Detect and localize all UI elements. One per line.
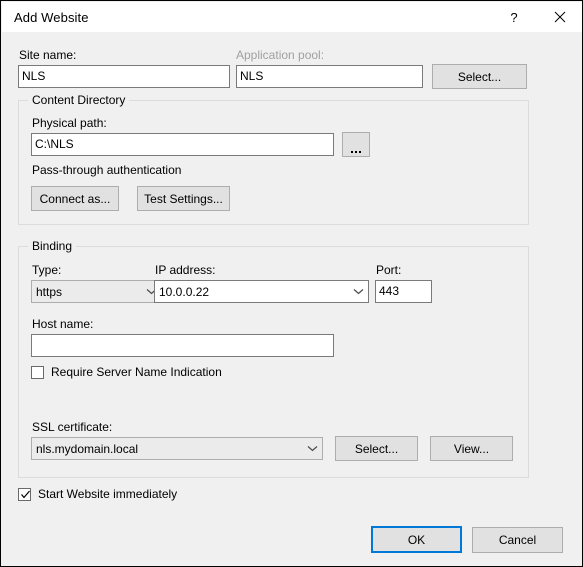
help-icon[interactable]: ? bbox=[491, 2, 537, 32]
ssl-certificate-value: nls.mydomain.local bbox=[36, 441, 139, 456]
chevron-down-icon bbox=[349, 281, 368, 302]
start-website-checkbox[interactable] bbox=[18, 488, 31, 501]
ip-address-select[interactable]: 10.0.0.22 bbox=[154, 280, 369, 303]
ssl-certificate-select-button[interactable]: Select... bbox=[335, 436, 418, 461]
add-website-dialog: Add Website ? Site name: NLS Application… bbox=[0, 0, 583, 567]
content-directory-group: Content Directory Physical path: C:\NLS … bbox=[18, 93, 529, 225]
require-sni-checkbox[interactable] bbox=[31, 366, 44, 379]
site-name-label: Site name: bbox=[19, 48, 77, 62]
ok-button[interactable]: OK bbox=[371, 526, 462, 553]
host-name-label: Host name: bbox=[32, 317, 94, 331]
application-pool-label: Application pool: bbox=[236, 48, 325, 62]
test-settings-button[interactable]: Test Settings... bbox=[137, 186, 230, 211]
port-input[interactable]: 443 bbox=[375, 280, 432, 303]
pass-through-authentication-label: Pass-through authentication bbox=[32, 163, 182, 177]
application-pool-select-button[interactable]: Select... bbox=[432, 64, 527, 89]
ssl-certificate-label: SSL certificate: bbox=[32, 420, 113, 434]
ip-address-label: IP address: bbox=[155, 263, 216, 277]
host-name-input[interactable] bbox=[31, 334, 334, 357]
binding-type-label: Type: bbox=[32, 263, 62, 277]
browse-physical-path-button[interactable] bbox=[342, 132, 370, 157]
checkmark-icon bbox=[21, 490, 30, 499]
require-sni-label: Require Server Name Indication bbox=[51, 365, 222, 379]
site-name-input[interactable]: NLS bbox=[18, 65, 230, 88]
connect-as-button[interactable]: Connect as... bbox=[31, 186, 119, 211]
binding-type-value: https bbox=[36, 284, 63, 299]
ip-address-value: 10.0.0.22 bbox=[159, 284, 210, 299]
binding-type-select[interactable]: https bbox=[31, 280, 162, 303]
start-website-label: Start Website immediately bbox=[38, 487, 178, 501]
ssl-certificate-view-button[interactable]: View... bbox=[430, 436, 513, 461]
content-directory-group-title: Content Directory bbox=[28, 93, 130, 107]
chevron-down-icon bbox=[303, 438, 322, 459]
physical-path-label: Physical path: bbox=[32, 116, 107, 130]
close-icon[interactable] bbox=[537, 2, 582, 32]
binding-group: Binding Type: https IP address: 10.0.0.2… bbox=[18, 239, 529, 478]
dialog-body: Site name: NLS Application pool: NLS Sel… bbox=[2, 32, 582, 566]
window-title: Add Website bbox=[14, 9, 89, 25]
start-website-checkbox-row[interactable]: Start Website immediately bbox=[18, 487, 177, 502]
ssl-certificate-select[interactable]: nls.mydomain.local bbox=[31, 437, 323, 460]
title-bar-buttons: ? bbox=[491, 2, 582, 32]
physical-path-input[interactable]: C:\NLS bbox=[31, 133, 334, 156]
ellipsis-icon bbox=[351, 130, 361, 160]
cancel-button[interactable]: Cancel bbox=[472, 527, 563, 553]
require-sni-checkbox-row[interactable]: Require Server Name Indication bbox=[31, 365, 222, 380]
binding-group-title: Binding bbox=[28, 239, 77, 253]
title-bar: Add Website ? bbox=[2, 2, 582, 32]
port-label: Port: bbox=[376, 263, 402, 277]
application-pool-input: NLS bbox=[236, 65, 423, 88]
